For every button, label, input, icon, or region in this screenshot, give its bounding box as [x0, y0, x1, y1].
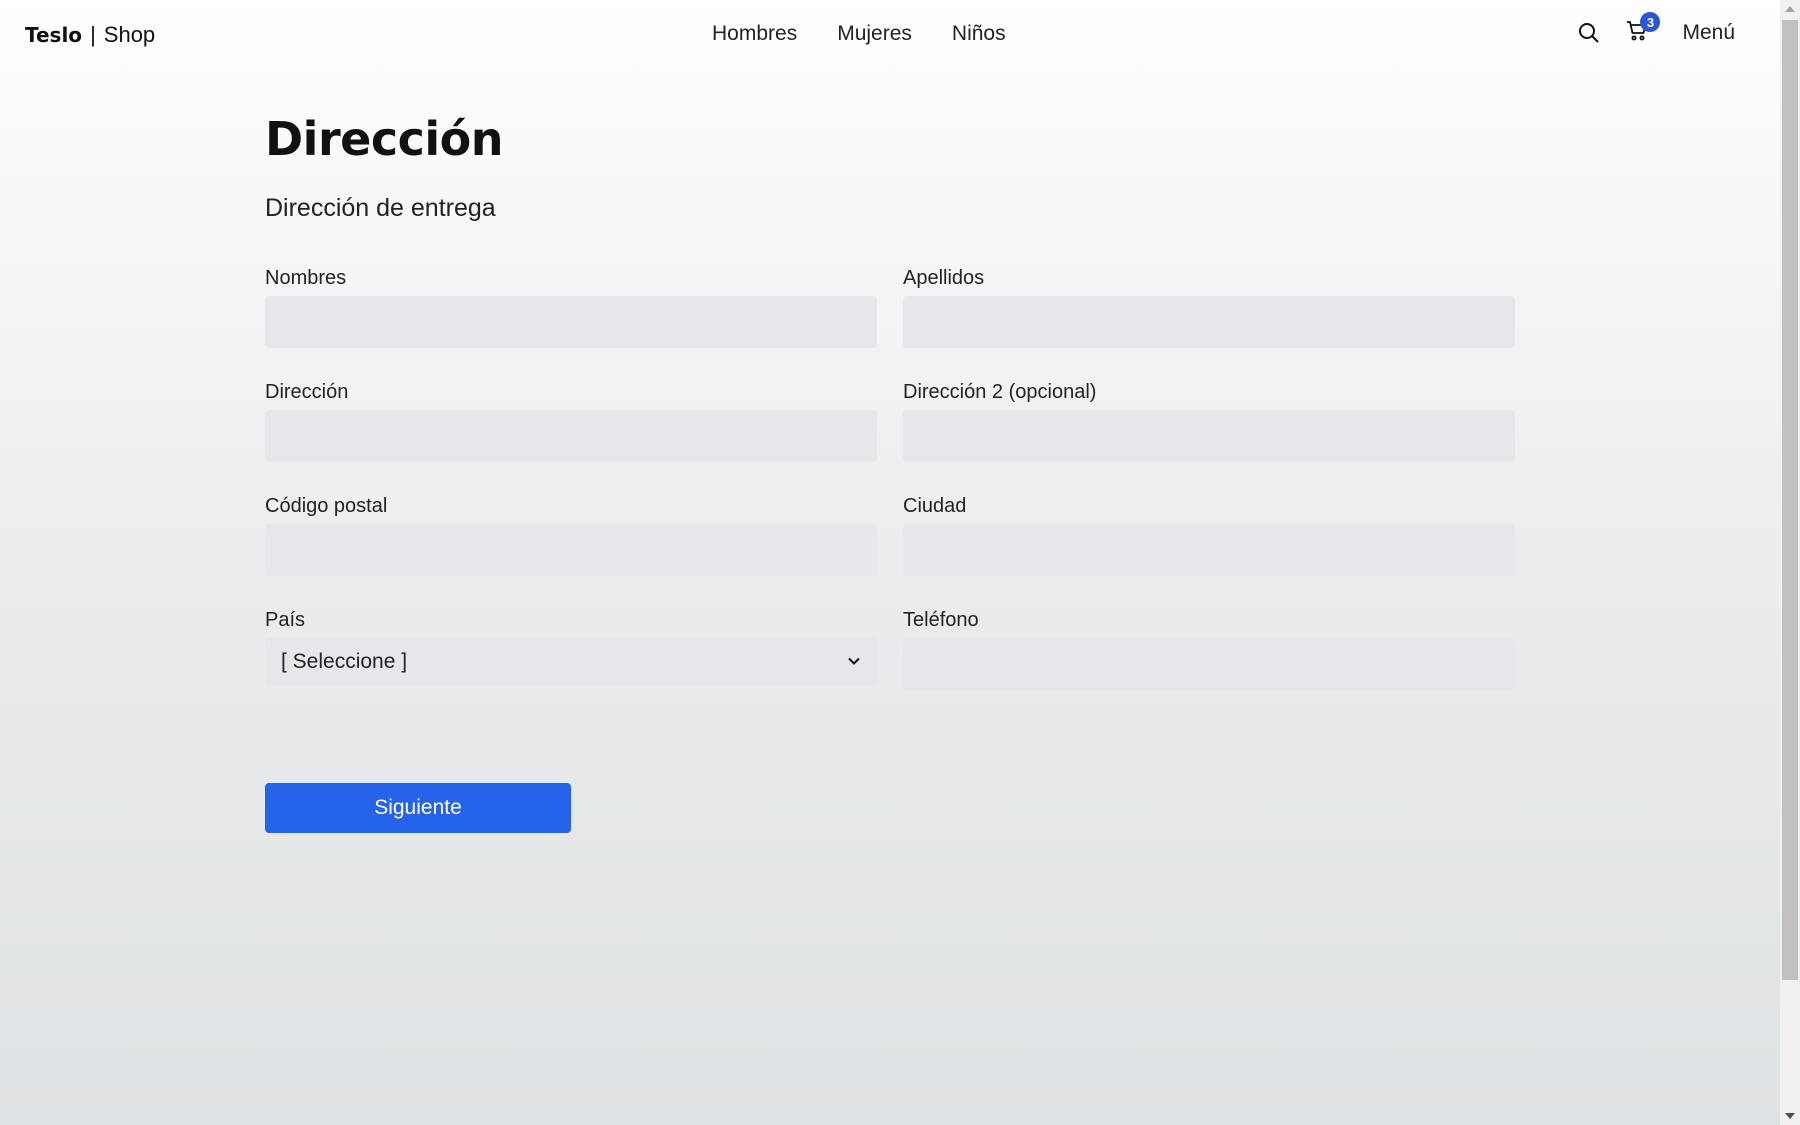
scroll-thumb[interactable] [1782, 20, 1798, 980]
field-codigo-postal: Código postal [265, 495, 877, 576]
direccion-input[interactable] [265, 410, 877, 462]
brand-logo[interactable]: Teslo | Shop [25, 22, 155, 48]
category-nav: Hombres Mujeres Niños [712, 22, 1006, 46]
field-telefono: Teléfono [903, 609, 1515, 690]
nombres-input[interactable] [265, 296, 877, 348]
codigo-postal-input[interactable] [265, 524, 877, 576]
section-subtitle: Dirección de entrega [265, 194, 496, 222]
label-codigo-postal: Código postal [265, 495, 388, 517]
navbar: Teslo | Shop Hombres Mujeres Niños 3 Men… [0, 0, 1780, 70]
page: Teslo | Shop Hombres Mujeres Niños 3 Men… [0, 0, 1780, 1125]
apellidos-input[interactable] [903, 296, 1515, 348]
page-title: Dirección [265, 112, 504, 166]
ciudad-input[interactable] [903, 524, 1515, 576]
label-nombres: Nombres [265, 267, 347, 289]
label-telefono: Teléfono [903, 609, 979, 631]
address-form-section: Dirección Dirección de entrega Nombres A… [265, 112, 1515, 833]
next-button[interactable]: Siguiente [265, 783, 571, 833]
nav-link-hombres[interactable]: Hombres [712, 22, 797, 46]
cart-button[interactable]: 3 [1624, 12, 1661, 46]
label-ciudad: Ciudad [903, 495, 967, 517]
pais-select[interactable]: [ Seleccione ] [265, 638, 877, 686]
menu-button[interactable]: Menú [1682, 21, 1735, 45]
label-apellidos: Apellidos [903, 267, 985, 289]
field-apellidos: Apellidos [903, 267, 1515, 348]
vertical-scrollbar[interactable] [1780, 0, 1800, 1125]
chevron-down-icon [847, 650, 861, 674]
field-direccion: Dirección [265, 381, 877, 462]
brand-name: Teslo [25, 23, 83, 47]
address-form: Nombres Apellidos Dirección Dirección 2 … [265, 267, 1515, 690]
label-direccion: Dirección [265, 381, 349, 403]
label-direccion2: Dirección 2 (opcional) [903, 381, 1097, 403]
scroll-up-arrow-icon[interactable] [1785, 6, 1795, 12]
search-icon[interactable] [1576, 20, 1602, 46]
header-actions: 3 Menú [1576, 12, 1735, 46]
telefono-input[interactable] [903, 638, 1515, 690]
label-pais: País [265, 609, 306, 631]
field-nombres: Nombres [265, 267, 877, 348]
pais-selected-value: [ Seleccione ] [281, 650, 408, 673]
brand-separator: | [90, 22, 96, 47]
cart-count-badge: 3 [1640, 12, 1661, 32]
scroll-down-arrow-icon[interactable] [1785, 1113, 1795, 1119]
field-ciudad: Ciudad [903, 495, 1515, 576]
direccion2-input[interactable] [903, 410, 1515, 462]
nav-link-mujeres[interactable]: Mujeres [837, 22, 912, 46]
field-direccion2: Dirección 2 (opcional) [903, 381, 1515, 462]
field-pais: País [ Seleccione ] [265, 609, 877, 690]
nav-link-ninos[interactable]: Niños [952, 22, 1006, 46]
brand-shop: Shop [103, 22, 156, 47]
